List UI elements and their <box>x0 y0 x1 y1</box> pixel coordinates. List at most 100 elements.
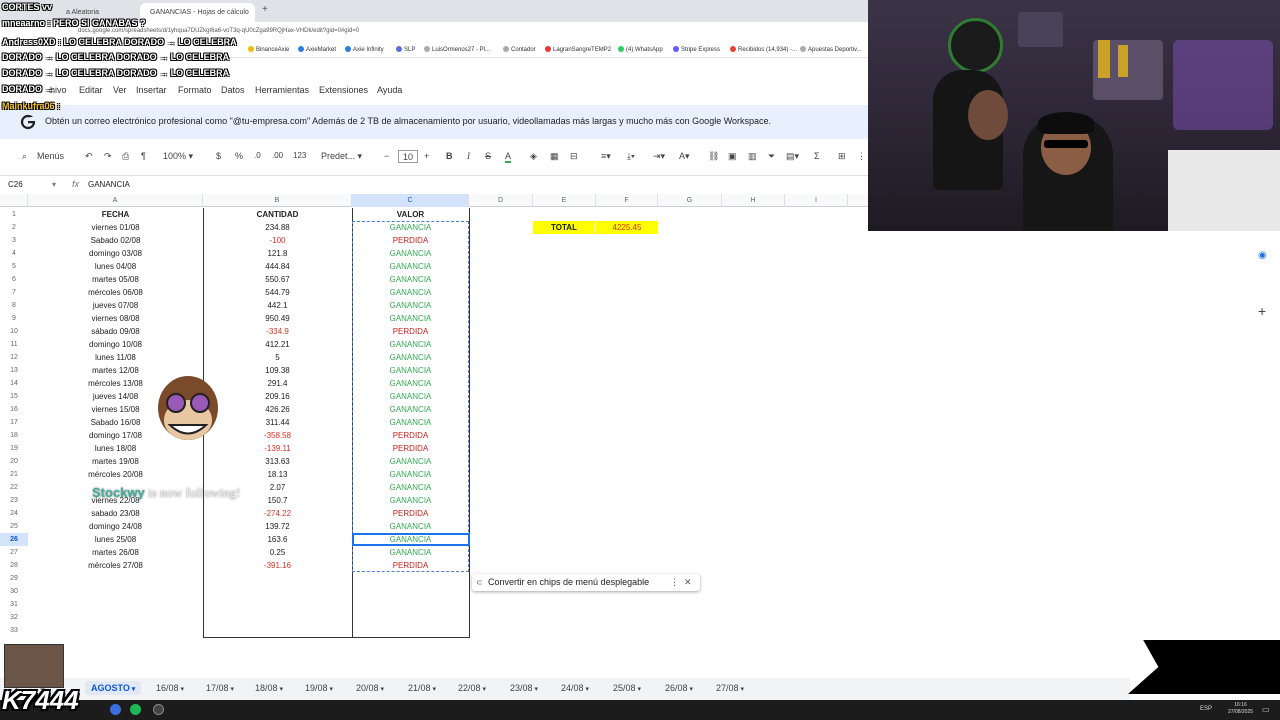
font-size-input[interactable]: 10 <box>398 150 418 163</box>
formula-input[interactable]: GANANCIA <box>88 180 130 189</box>
print-icon[interactable]: ⎙ <box>122 151 129 162</box>
sheet-tab[interactable]: 27/08 ▾ <box>716 683 744 693</box>
insert-link-icon[interactable]: ⛓ <box>708 151 719 162</box>
cell-fecha[interactable]: domingo 03/08 <box>28 247 203 260</box>
font-select[interactable]: Predet... ▾ <box>321 151 362 162</box>
menu-insertar[interactable]: Insertar <box>136 85 167 95</box>
cell-cantidad[interactable]: -274.22 <box>203 507 352 520</box>
cell-cantidad[interactable]: -100 <box>203 234 352 247</box>
cell-cantidad[interactable]: 163.6 <box>203 533 352 546</box>
row-number[interactable]: 25 <box>0 520 28 533</box>
increase-decimal-button[interactable]: .00 <box>272 151 283 160</box>
number-format-button[interactable]: 123 <box>293 151 306 160</box>
active-cell-c26[interactable] <box>352 533 470 546</box>
chevron-down-icon[interactable]: ▾ <box>328 686 333 693</box>
cell-fecha[interactable]: Sabado 02/08 <box>28 234 203 247</box>
cell-fecha[interactable]: mércoles 20/08 <box>28 468 203 481</box>
chevron-down-icon[interactable]: ▾ <box>179 686 184 693</box>
percent-button[interactable]: % <box>235 151 243 161</box>
decrease-decimal-button[interactable]: .0 <box>254 151 261 160</box>
cell-fecha[interactable]: martes 19/08 <box>28 455 203 468</box>
strikethrough-icon[interactable]: S <box>485 151 491 161</box>
filter-icon[interactable]: ⏷ <box>768 151 775 162</box>
row-number[interactable]: 6 <box>0 273 28 286</box>
cell-cantidad[interactable]: 442.1 <box>203 299 352 312</box>
browser-taskbar-icon[interactable] <box>110 704 121 715</box>
row-number[interactable]: 28 <box>0 559 28 572</box>
chevron-down-icon[interactable]: ▾ <box>431 686 436 693</box>
cell-cantidad[interactable]: 313.63 <box>203 455 352 468</box>
row-number[interactable]: 30 <box>0 585 28 598</box>
cell-fecha[interactable]: mércoles 27/08 <box>28 559 203 572</box>
row-number[interactable]: 21 <box>0 468 28 481</box>
row-number[interactable]: 15 <box>0 390 28 403</box>
sheet-tab[interactable]: 22/08 ▾ <box>458 683 486 693</box>
cell-fecha[interactable]: lunes 04/08 <box>28 260 203 273</box>
menu-extensiones[interactable]: Extensiones <box>319 85 368 95</box>
merge-cells-icon[interactable]: ⊟ <box>570 151 578 162</box>
clock[interactable]: 16:16 27/08/2025 <box>1228 702 1253 716</box>
bookmark-item[interactable]: SLP <box>396 46 415 53</box>
column-header-h[interactable]: H <box>722 194 785 207</box>
sheet-tab[interactable]: 26/08 ▾ <box>665 683 693 693</box>
name-box[interactable]: C26 <box>8 180 23 189</box>
text-wrap-icon[interactable]: ⇥▾ <box>653 151 665 162</box>
spotify-taskbar-icon[interactable] <box>130 704 141 715</box>
row-number[interactable]: 29 <box>0 572 28 585</box>
bookmark-item[interactable]: AxieMarket <box>298 46 336 53</box>
column-header-a[interactable]: A <box>28 194 203 207</box>
chevron-down-icon[interactable]: ▾ <box>481 686 486 693</box>
cell-fecha[interactable]: domingo 10/08 <box>28 338 203 351</box>
cell-fecha[interactable]: martes 05/08 <box>28 273 203 286</box>
new-tab-icon[interactable]: + <box>262 4 268 15</box>
decrease-font-size-button[interactable]: − <box>384 151 389 161</box>
currency-button[interactable]: $ <box>216 151 221 161</box>
chevron-down-icon[interactable]: ▾ <box>278 686 283 693</box>
bookmark-item[interactable]: Stripe Express <box>673 46 720 53</box>
cell-cantidad[interactable]: 18.13 <box>203 468 352 481</box>
column-header-i[interactable]: I <box>785 194 848 207</box>
row-number[interactable]: 18 <box>0 429 28 442</box>
fill-color-icon[interactable]: ◈ <box>530 151 537 162</box>
cell-fecha[interactable]: viernes 08/08 <box>28 312 203 325</box>
row-number[interactable]: 10 <box>0 325 28 338</box>
column-header-g[interactable]: G <box>658 194 722 207</box>
language-indicator[interactable]: ESP <box>1200 706 1212 712</box>
bold-icon[interactable]: B <box>446 151 453 161</box>
row-number[interactable]: 7 <box>0 286 28 299</box>
menu-editar[interactable]: Editar <box>79 85 103 95</box>
cell-cantidad[interactable]: -334.9 <box>203 325 352 338</box>
cell-fecha[interactable]: sábado 09/08 <box>28 325 203 338</box>
cell-cantidad[interactable]: 412.21 <box>203 338 352 351</box>
total-label[interactable]: TOTAL <box>533 221 595 234</box>
app-taskbar-icon[interactable] <box>153 704 164 715</box>
column-header-e[interactable]: E <box>533 194 596 207</box>
row-number[interactable]: 19 <box>0 442 28 455</box>
cell-fecha[interactable]: domingo 24/08 <box>28 520 203 533</box>
row-number[interactable]: 20 <box>0 455 28 468</box>
notifications-icon[interactable]: ▭ <box>1262 705 1270 714</box>
redo-icon[interactable]: ↷ <box>104 151 112 162</box>
italic-icon[interactable]: I <box>467 151 470 161</box>
cell-cantidad[interactable]: 121.8 <box>203 247 352 260</box>
insert-comment-icon[interactable]: ▣ <box>728 151 737 162</box>
sheet-tab[interactable]: 21/08 ▾ <box>408 683 436 693</box>
menu-ver[interactable]: Ver <box>113 85 127 95</box>
chevron-down-icon[interactable]: ▾ <box>636 686 641 693</box>
menu-herramientas[interactable]: Herramientas <box>255 85 309 95</box>
chevron-down-icon[interactable]: ▾ <box>229 686 234 693</box>
bookmark-item[interactable]: Axie Infinity <box>345 46 384 53</box>
column-header-c[interactable]: C <box>352 194 469 207</box>
row-number[interactable]: 16 <box>0 403 28 416</box>
row-number[interactable]: 23 <box>0 494 28 507</box>
cell-cantidad[interactable]: 5 <box>203 351 352 364</box>
cell-cantidad[interactable]: 544.79 <box>203 286 352 299</box>
text-rotation-icon[interactable]: A▾ <box>679 151 690 162</box>
column-header-f[interactable]: F <box>596 194 658 207</box>
row-number[interactable]: 4 <box>0 247 28 260</box>
table-icon[interactable]: ⊞ <box>838 151 846 162</box>
maps-icon[interactable]: ◉ <box>1258 250 1267 261</box>
bookmark-item[interactable]: LuisOrmenos27 - Pl... <box>424 46 490 53</box>
filter-views-icon[interactable]: ▤▾ <box>786 151 799 162</box>
row-number[interactable]: 24 <box>0 507 28 520</box>
